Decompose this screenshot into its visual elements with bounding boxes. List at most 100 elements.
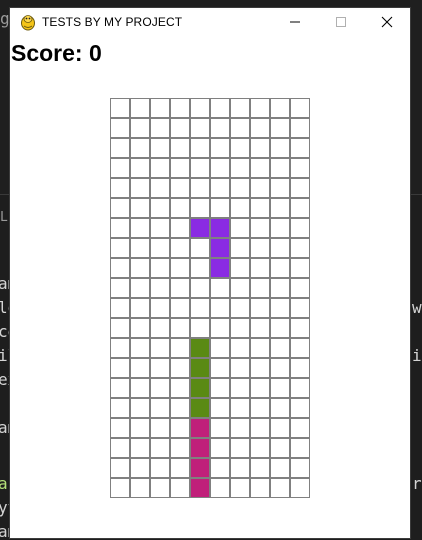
empty-cell (130, 458, 150, 478)
empty-cell (170, 318, 190, 338)
empty-cell (170, 258, 190, 278)
close-button[interactable] (364, 8, 410, 36)
empty-cell (190, 318, 210, 338)
empty-cell (110, 318, 130, 338)
empty-cell (250, 278, 270, 298)
background-text-top: g (0, 9, 10, 28)
empty-cell (290, 358, 310, 378)
empty-cell (150, 118, 170, 138)
empty-cell (170, 338, 190, 358)
maximize-icon (336, 17, 346, 27)
empty-cell (210, 98, 230, 118)
empty-cell (250, 398, 270, 418)
empty-cell (210, 378, 230, 398)
empty-cell (270, 458, 290, 478)
empty-cell (250, 298, 270, 318)
empty-cell (270, 378, 290, 398)
empty-cell (210, 438, 230, 458)
empty-cell (270, 438, 290, 458)
empty-cell (250, 258, 270, 278)
empty-cell (150, 198, 170, 218)
empty-cell (130, 438, 150, 458)
empty-cell (150, 258, 170, 278)
empty-cell (110, 218, 130, 238)
empty-cell (230, 158, 250, 178)
empty-cell (110, 258, 130, 278)
empty-cell (170, 218, 190, 238)
empty-cell (110, 438, 130, 458)
close-icon (381, 16, 393, 28)
empty-cell (170, 158, 190, 178)
empty-cell (130, 218, 150, 238)
empty-cell (130, 478, 150, 498)
empty-cell (230, 458, 250, 478)
empty-cell (190, 158, 210, 178)
empty-cell (290, 458, 310, 478)
empty-cell (250, 198, 270, 218)
empty-cell (210, 358, 230, 378)
empty-cell (170, 458, 190, 478)
empty-cell (290, 398, 310, 418)
empty-cell (110, 198, 130, 218)
empty-cell (270, 138, 290, 158)
empty-cell (130, 138, 150, 158)
empty-cell (270, 158, 290, 178)
empty-cell (170, 378, 190, 398)
minimize-icon (290, 21, 300, 23)
empty-cell (110, 418, 130, 438)
empty-cell (270, 98, 290, 118)
minimize-button[interactable] (272, 8, 318, 36)
empty-cell (110, 178, 130, 198)
tetris-board (110, 98, 310, 498)
empty-cell (190, 198, 210, 218)
empty-cell (230, 318, 250, 338)
board-grid (110, 98, 310, 498)
empty-cell (130, 118, 150, 138)
empty-cell (230, 438, 250, 458)
pygame-snake-icon (21, 15, 35, 31)
empty-cell (210, 418, 230, 438)
empty-cell (290, 138, 310, 158)
background-code-fragment: w (412, 298, 422, 317)
empty-cell (170, 198, 190, 218)
empty-cell (230, 298, 250, 318)
empty-cell (170, 118, 190, 138)
empty-cell (230, 238, 250, 258)
empty-cell (130, 98, 150, 118)
empty-cell (250, 118, 270, 138)
empty-cell (270, 298, 290, 318)
empty-cell (170, 178, 190, 198)
empty-cell (250, 98, 270, 118)
empty-cell (110, 278, 130, 298)
empty-cell (110, 298, 130, 318)
empty-cell (110, 458, 130, 478)
empty-cell (210, 458, 230, 478)
empty-cell (270, 258, 290, 278)
maximize-button[interactable] (318, 8, 364, 36)
empty-cell (250, 378, 270, 398)
empty-cell (270, 338, 290, 358)
empty-cell (150, 318, 170, 338)
empty-cell (230, 278, 250, 298)
empty-cell (250, 458, 270, 478)
empty-cell (230, 258, 250, 278)
empty-cell (210, 318, 230, 338)
filled-block-cell (210, 218, 230, 238)
empty-cell (170, 98, 190, 118)
empty-cell (290, 418, 310, 438)
empty-cell (230, 138, 250, 158)
empty-cell (230, 398, 250, 418)
empty-cell (270, 398, 290, 418)
empty-cell (130, 358, 150, 378)
empty-cell (130, 258, 150, 278)
empty-cell (110, 158, 130, 178)
empty-cell (270, 198, 290, 218)
filled-block-cell (190, 218, 210, 238)
title-bar[interactable]: TESTS BY MY PROJECT (10, 8, 410, 36)
empty-cell (270, 218, 290, 238)
empty-cell (170, 358, 190, 378)
empty-cell (210, 398, 230, 418)
empty-cell (270, 478, 290, 498)
empty-cell (150, 478, 170, 498)
empty-cell (150, 418, 170, 438)
